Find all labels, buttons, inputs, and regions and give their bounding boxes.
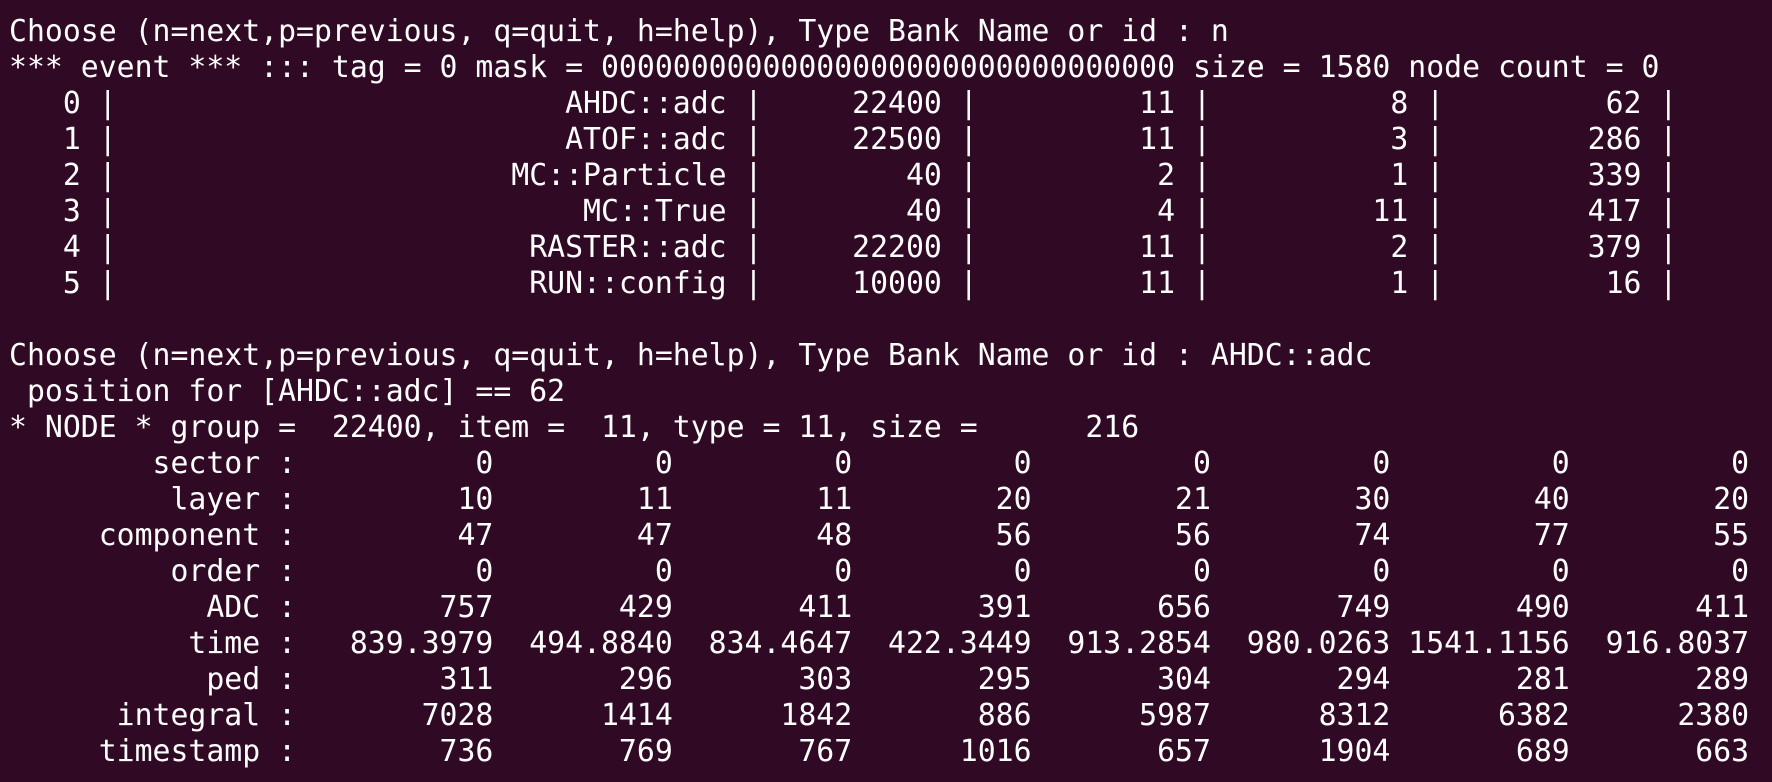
bank-row: 0 | AHDC::adc | 22400 | 11 | 8 | 62 | 21… — [9, 86, 1772, 121]
bank-row: 4 | RASTER::adc | 22200 | 11 | 2 | 379 |… — [9, 230, 1772, 265]
node-data-row: sector : 0 0 0 0 0 0 0 0 — [9, 446, 1750, 481]
terminal-window[interactable]: Choose (n=next,p=previous, q=quit, h=hel… — [0, 0, 1772, 782]
node-data-row: integral : 7028 1414 1842 886 5987 8312 … — [9, 698, 1750, 733]
node-data-row: timestamp : 736 769 767 1016 657 1904 68… — [9, 734, 1750, 769]
bank-row: 1 | ATOF::adc | 22500 | 11 | 3 | 286 | 4… — [9, 122, 1772, 157]
node-data-row: ADC : 757 429 411 391 656 749 490 411 — [9, 590, 1750, 625]
bank-row: 3 | MC::True | 40 | 4 | 11 | 417 | 1155 — [9, 194, 1772, 229]
bank-row: 2 | MC::Particle | 40 | 2 | 1 | 339 | 32 — [9, 158, 1772, 193]
event-summary-line: *** event *** ::: tag = 0 mask = 0000000… — [9, 50, 1660, 85]
node-data-row: ped : 311 296 303 295 304 294 281 289 — [9, 662, 1750, 697]
node-data-row: component : 47 47 48 56 56 74 77 55 — [9, 518, 1750, 553]
bank-row: 5 | RUN::config | 10000 | 11 | 1 | 16 | … — [9, 266, 1772, 301]
node-data-row: layer : 10 11 11 20 21 30 40 20 — [9, 482, 1750, 517]
prompt-line: Choose (n=next,p=previous, q=quit, h=hel… — [9, 338, 1373, 373]
node-data-row: time : 839.3979 494.8840 834.4647 422.34… — [9, 626, 1750, 661]
node-header-line: * NODE * group = 22400, item = 11, type … — [9, 410, 1140, 445]
position-line: position for [AHDC::adc] == 62 — [9, 374, 566, 409]
terminal-output: Choose (n=next,p=previous, q=quit, h=hel… — [9, 14, 1772, 770]
prompt-line: Choose (n=next,p=previous, q=quit, h=hel… — [9, 14, 1229, 49]
node-data-row: order : 0 0 0 0 0 0 0 0 — [9, 554, 1750, 589]
